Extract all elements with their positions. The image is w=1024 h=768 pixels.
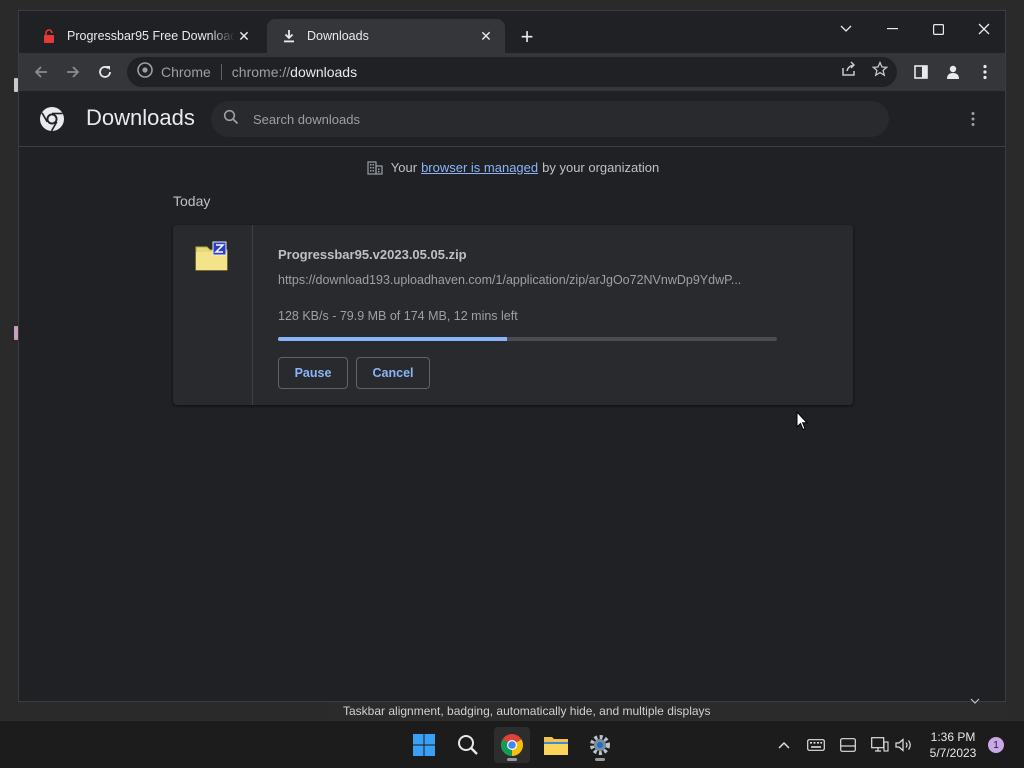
clock-date: 5/7/2023: [929, 746, 977, 760]
chevron-down-icon[interactable]: [970, 696, 980, 707]
desktop: Progressbar95 Free Download (v2023.05.05…: [0, 0, 1024, 768]
close-icon[interactable]: ✕: [477, 27, 495, 45]
url-host: downloads: [290, 64, 358, 80]
cancel-button[interactable]: Cancel: [356, 357, 430, 389]
side-panel-icon[interactable]: [907, 58, 935, 86]
close-icon[interactable]: ✕: [235, 27, 253, 45]
pause-button[interactable]: Pause: [278, 357, 348, 389]
taskbar: 1:36 PM 5/7/2023 1: [0, 720, 1024, 768]
site-label: Chrome: [161, 64, 211, 80]
notification-badge[interactable]: 1: [988, 737, 1004, 753]
download-icon: [281, 28, 297, 44]
bookmark-star-icon[interactable]: [871, 60, 889, 78]
managed-prefix: Your: [390, 159, 418, 175]
date-section-heading: Today: [173, 193, 211, 209]
menu-icon[interactable]: [971, 58, 999, 86]
file-explorer-icon[interactable]: [538, 727, 574, 763]
tab-title: Downloads: [307, 29, 369, 43]
file-icon-column: [173, 225, 253, 405]
minimize-button[interactable]: [869, 15, 915, 43]
managed-link[interactable]: browser is managed: [421, 160, 538, 175]
close-window-button[interactable]: [961, 15, 1005, 43]
reload-button[interactable]: [91, 58, 119, 86]
search-bar[interactable]: [211, 101, 889, 137]
chrome-taskbar-icon[interactable]: [494, 727, 530, 763]
managed-suffix: by your organization: [542, 159, 660, 175]
start-button[interactable]: [406, 727, 442, 763]
forward-button[interactable]: [59, 58, 87, 86]
clock[interactable]: 1:36 PM 5/7/2023: [920, 729, 986, 761]
downloads-header: Downloads: [19, 91, 1005, 147]
tablet-mode-icon[interactable]: [838, 735, 858, 755]
browser-window: Progressbar95 Free Download (v2023.05.05…: [18, 10, 1006, 702]
search-input[interactable]: [253, 111, 853, 127]
new-tab-button[interactable]: +: [515, 24, 539, 49]
active-indicator: [507, 758, 517, 761]
lock-icon: [41, 28, 57, 44]
clock-time: 1:36 PM: [930, 730, 976, 744]
share-icon[interactable]: [840, 60, 858, 78]
tab-search-icon[interactable]: [823, 15, 869, 43]
settings-gear-icon[interactable]: [582, 727, 618, 763]
page-title: Downloads: [86, 105, 195, 130]
active-indicator: [595, 758, 605, 761]
search-icon: [223, 109, 239, 130]
chevron-up-icon[interactable]: [774, 735, 794, 755]
tab-downloads[interactable]: Downloads ✕: [267, 19, 505, 53]
chrome-logo-icon: [39, 106, 65, 132]
profile-icon[interactable]: [939, 58, 967, 86]
file-url[interactable]: https://download193.uploadhaven.com/1/ap…: [278, 273, 778, 287]
browser-toolbar: Chrome chrome:// downloads: [19, 53, 1005, 91]
zip-file-icon: [195, 241, 229, 271]
download-item: Progressbar95.v2023.05.05.zip https://do…: [173, 225, 853, 405]
maximize-button[interactable]: [915, 15, 961, 43]
url-scheme: chrome://: [231, 64, 291, 80]
keyboard-icon[interactable]: [806, 735, 826, 755]
tab-strip: Progressbar95 Free Download (v2023.05.05…: [19, 11, 1005, 53]
back-button[interactable]: [27, 58, 55, 86]
download-progress-bar: [278, 337, 777, 341]
more-actions-icon[interactable]: [963, 107, 983, 131]
building-icon: [367, 159, 383, 175]
search-icon[interactable]: [450, 727, 486, 763]
address-bar[interactable]: Chrome chrome:// downloads: [127, 57, 897, 87]
mouse-cursor-icon: [796, 410, 809, 431]
settings-hint-tooltip: Taskbar alignment, badging, automaticall…: [328, 702, 1008, 720]
tab-title: Progressbar95 Free Download (v2023.05.05…: [67, 29, 235, 43]
download-status: 128 KB/s - 79.9 MB of 174 MB, 12 mins le…: [278, 309, 518, 323]
network-icon[interactable]: [870, 735, 890, 755]
chrome-icon: [137, 61, 153, 83]
volume-icon[interactable]: [894, 735, 914, 755]
managed-notice: Your browser is managed by your organiza…: [19, 157, 1005, 177]
divider: [220, 64, 222, 80]
downloads-page: Downloads Your browser is managed by yo: [19, 91, 1005, 701]
progress-fill: [278, 337, 508, 341]
file-name[interactable]: Progressbar95.v2023.05.05.zip: [278, 247, 467, 262]
tab-progressbar95[interactable]: Progressbar95 Free Download (v2023.05.05…: [27, 19, 263, 53]
